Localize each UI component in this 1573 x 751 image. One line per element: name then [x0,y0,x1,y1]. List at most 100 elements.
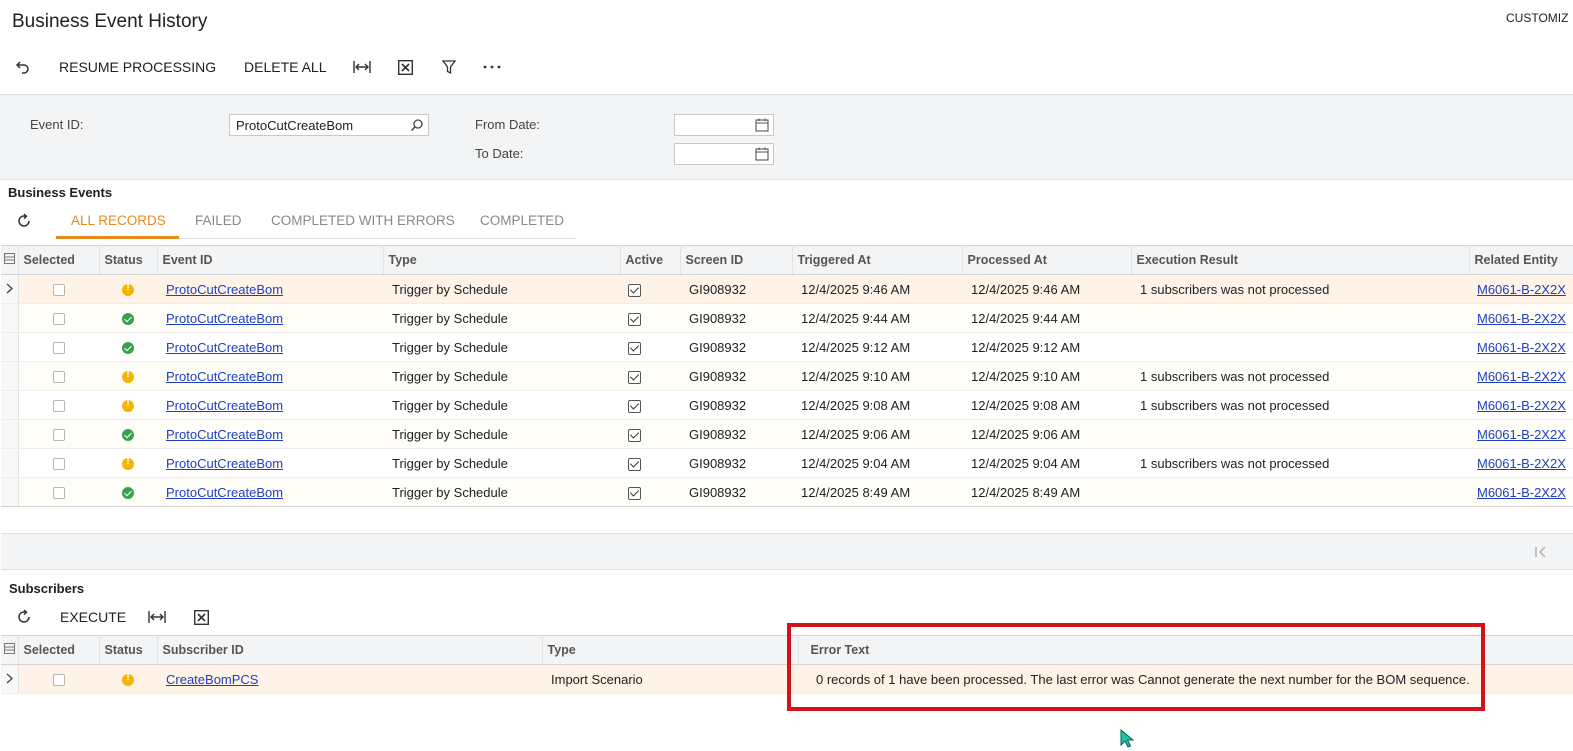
status-warning-icon [99,361,157,391]
active-checkbox[interactable] [620,419,680,449]
excel-export-icon[interactable] [394,56,416,78]
active-checkbox[interactable] [620,361,680,391]
table-row[interactable]: ProtoCutCreateBom Trigger by Schedule GI90… [1,332,1573,362]
related-entity-link[interactable]: M6061-B-2X2X [1477,485,1566,500]
delete-all-button[interactable]: DELETE ALL [244,59,327,75]
event-type: Trigger by Schedule [383,303,620,333]
row-expand-icon[interactable] [1,419,19,449]
column-header-subscriber-id[interactable]: Subscriber ID [157,635,543,665]
row-expand-icon[interactable] [1,664,19,694]
column-header-processed-at[interactable]: Processed At [962,245,1132,275]
column-header-selected[interactable]: Selected [18,635,100,665]
tab-failed[interactable]: FAILED [195,213,242,228]
row-select-checkbox[interactable] [18,274,99,304]
event-id-link[interactable]: ProtoCutCreateBom [166,427,283,442]
active-checkbox[interactable] [620,390,680,420]
event-id-link[interactable]: ProtoCutCreateBom [166,485,283,500]
row-expand-icon[interactable] [1,361,19,391]
fit-columns-icon[interactable] [146,606,168,628]
tab-completed-with-errors[interactable]: COMPLETED WITH ERRORS [271,213,455,228]
event-id-link[interactable]: ProtoCutCreateBom [166,456,283,471]
column-header-screen-id[interactable]: Screen ID [680,245,793,275]
related-entity-link[interactable]: M6061-B-2X2X [1477,340,1566,355]
active-checkbox[interactable] [620,332,680,362]
active-checkbox[interactable] [620,448,680,478]
execute-button[interactable]: EXECUTE [60,609,126,625]
column-settings-icon[interactable] [1,635,19,665]
column-header-active[interactable]: Active [620,245,681,275]
undo-icon[interactable] [12,56,34,78]
row-expand-icon[interactable] [1,332,19,362]
row-select-checkbox[interactable] [18,303,99,333]
from-date-field[interactable] [674,114,774,136]
row-expand-icon[interactable] [1,303,19,333]
column-header-related-entity[interactable]: Related Entity [1469,245,1573,275]
event-id-link[interactable]: ProtoCutCreateBom [166,282,283,297]
row-select-checkbox[interactable] [18,448,99,478]
tab-completed[interactable]: COMPLETED [480,213,564,228]
screen-id: GI908932 [680,477,792,507]
row-expand-icon[interactable] [1,274,19,304]
related-entity-link[interactable]: M6061-B-2X2X [1477,398,1566,413]
tab-all-records[interactable]: ALL RECORDS [71,213,166,228]
grid-bottom-border [1,506,1573,507]
row-expand-icon[interactable] [1,477,19,507]
event-id-link[interactable]: ProtoCutCreateBom [166,311,283,326]
column-header-status[interactable]: Status [99,635,158,665]
related-entity-link[interactable]: M6061-B-2X2X [1477,311,1566,326]
first-page-icon[interactable] [1530,541,1552,563]
column-header-type[interactable]: Type [383,245,621,275]
table-row[interactable]: ProtoCutCreateBom Trigger by Schedule GI90… [1,419,1573,449]
column-settings-icon[interactable] [1,245,19,275]
row-select-checkbox[interactable] [18,664,99,694]
subscriber-id-link[interactable]: CreateBomPCS [166,672,258,687]
table-row[interactable]: ProtoCutCreateBom Trigger by Schedule GI90… [1,361,1573,391]
column-header-triggered-at[interactable]: Triggered At [792,245,963,275]
event-type: Trigger by Schedule [383,419,620,449]
row-select-checkbox[interactable] [18,361,99,391]
related-entity-link[interactable]: M6061-B-2X2X [1477,456,1566,471]
filter-icon[interactable] [438,56,460,78]
related-entity-link[interactable]: M6061-B-2X2X [1477,369,1566,384]
table-row[interactable]: ProtoCutCreateBom Trigger by Schedule GI90… [1,390,1573,420]
table-row[interactable]: ProtoCutCreateBom Trigger by Schedule GI90… [1,477,1573,507]
active-checkbox[interactable] [620,274,680,304]
event-id-link[interactable]: ProtoCutCreateBom [166,398,283,413]
processed-at: 12/4/2025 9:44 AM [962,303,1131,333]
column-header-event-id[interactable]: Event ID [157,245,384,275]
to-date-field[interactable] [674,143,774,165]
row-expand-icon[interactable] [1,448,19,478]
event-id-link[interactable]: ProtoCutCreateBom [166,340,283,355]
search-icon[interactable] [410,118,424,135]
column-header-status[interactable]: Status [99,245,158,275]
table-row[interactable]: ProtoCutCreateBom Trigger by Schedule GI90… [1,303,1573,333]
row-expand-icon[interactable] [1,390,19,420]
status-warning-icon [99,390,157,420]
event-id-field[interactable]: ProtoCutCreateBom [229,114,429,136]
column-header-type[interactable]: Type [542,635,799,665]
related-entity-link[interactable]: M6061-B-2X2X [1477,427,1566,442]
row-select-checkbox[interactable] [18,390,99,420]
row-select-checkbox[interactable] [18,419,99,449]
row-select-checkbox[interactable] [18,477,99,507]
related-entity-link[interactable]: M6061-B-2X2X [1477,282,1566,297]
table-row[interactable]: ProtoCutCreateBom Trigger by Schedule GI90… [1,448,1573,478]
refresh-icon[interactable] [13,606,35,628]
customize-menu[interactable]: CUSTOMIZ [1506,11,1568,25]
calendar-icon[interactable] [755,118,769,135]
active-checkbox[interactable] [620,303,680,333]
active-checkbox[interactable] [620,477,680,507]
table-row[interactable]: ProtoCutCreateBom Trigger by Schedule GI90… [1,274,1573,304]
calendar-icon[interactable] [755,147,769,164]
excel-export-icon[interactable] [190,606,212,628]
event-type: Trigger by Schedule [383,332,620,362]
column-header-execution-result[interactable]: Execution Result [1131,245,1470,275]
refresh-icon[interactable] [13,210,35,232]
fit-columns-icon[interactable] [351,56,373,78]
column-header-selected[interactable]: Selected [18,245,100,275]
resume-processing-button[interactable]: RESUME PROCESSING [59,59,216,75]
triggered-at: 12/4/2025 9:04 AM [792,448,962,478]
row-select-checkbox[interactable] [18,332,99,362]
event-id-link[interactable]: ProtoCutCreateBom [166,369,283,384]
more-icon[interactable] [481,56,503,78]
